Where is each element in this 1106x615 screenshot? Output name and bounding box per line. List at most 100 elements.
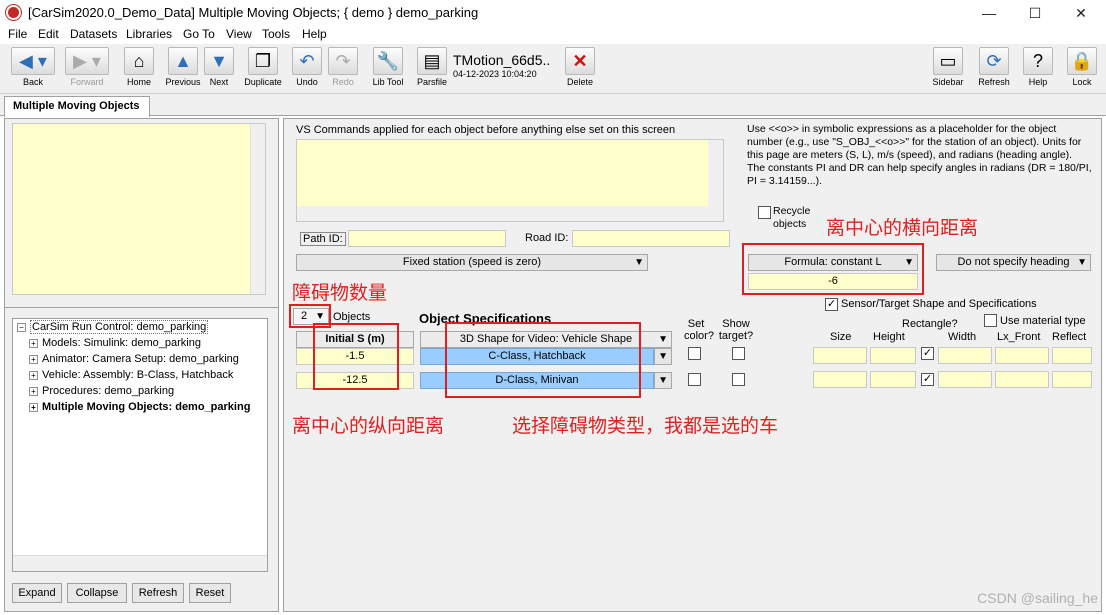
document-icon: ▤ — [417, 47, 447, 75]
set-color-checkbox-1[interactable] — [688, 347, 701, 360]
chevron-down-icon: ▼ — [658, 334, 668, 345]
size-field-2[interactable] — [813, 371, 867, 388]
expand-icon[interactable]: + — [29, 354, 38, 364]
tree-item-animator[interactable]: + Animator: Camera Setup: demo_parking — [29, 353, 239, 365]
vs-commands-label: VS Commands applied for each object befo… — [296, 124, 676, 136]
wrench-icon: 🔧 — [373, 47, 403, 75]
expand-icon[interactable]: + — [29, 402, 38, 412]
tab-multiple-moving-objects[interactable]: Multiple Moving Objects — [4, 96, 150, 117]
lib-tool-button[interactable]: 🔧 Lib Tool — [366, 47, 410, 87]
vs-commands-hscroll[interactable] — [297, 206, 723, 221]
menu-tools[interactable]: Tools — [262, 27, 290, 41]
refresh-button[interactable]: Refresh — [132, 583, 184, 603]
menu-view[interactable]: View — [226, 27, 252, 41]
parsfile-button[interactable]: ▤ Parsfile — [412, 47, 452, 87]
station-mode-dropdown[interactable]: Fixed station (speed is zero) ▼ — [296, 254, 648, 271]
shape-dropdown-2-arrow[interactable]: ▼ — [654, 372, 672, 389]
lock-label: Lock — [1072, 77, 1092, 87]
rectangle-checkbox-2[interactable]: ✓ — [921, 373, 934, 386]
menu-datasets[interactable]: Datasets — [70, 27, 117, 41]
parsfile-name: TMotion_66d5.. — [453, 52, 551, 68]
expand-icon[interactable]: + — [29, 370, 38, 380]
set-color-checkbox-2[interactable] — [688, 373, 701, 386]
maximize-button[interactable]: ☐ — [1012, 0, 1058, 26]
sensor-shape-checkbox[interactable]: ✓ — [825, 298, 838, 311]
down-arrow-icon: ▼ — [204, 47, 234, 75]
menu-edit[interactable]: Edit — [38, 27, 59, 41]
recycle-objects-checkbox[interactable] — [758, 206, 771, 219]
width-field-2[interactable] — [938, 371, 992, 388]
height-field-1[interactable] — [870, 347, 916, 364]
tree-root[interactable]: − CarSim Run Control: demo_parking — [17, 320, 209, 334]
menu-libraries[interactable]: Libraries — [126, 27, 172, 41]
show-target-checkbox-1[interactable] — [732, 347, 745, 360]
reflect-header: Reflect — [1052, 331, 1087, 343]
back-arrow-icon: ◀ ▾ — [11, 47, 55, 75]
path-id-field[interactable] — [348, 230, 506, 247]
sidebar-icon: ▭ — [933, 47, 963, 75]
tree-item-label: Animator: Camera Setup: demo_parking — [42, 353, 239, 365]
rectangle-label: Rectangle? — [902, 318, 958, 330]
redo-button[interactable]: ↷ Redo — [323, 47, 363, 87]
lx-front-field-2[interactable] — [995, 371, 1049, 388]
forward-button[interactable]: ▶ ▾ Forward — [62, 47, 112, 87]
set-color-label: Set color? — [684, 318, 714, 342]
notes-scrollbar[interactable] — [250, 124, 265, 294]
reflect-field-2[interactable] — [1052, 371, 1092, 388]
show-target-checkbox-2[interactable] — [732, 373, 745, 386]
use-material-label: Use material type — [1000, 315, 1086, 327]
tree-hscrollbar[interactable] — [13, 555, 267, 571]
rectangle-checkbox-1[interactable]: ✓ — [921, 347, 934, 360]
lx-front-field-1[interactable] — [995, 347, 1049, 364]
next-button[interactable]: ▼ Next — [199, 47, 239, 87]
sidebar-button[interactable]: ▭ Sidebar — [928, 47, 968, 87]
redo-icon: ↷ — [328, 47, 358, 75]
count-annotation: 障碍物数量 — [292, 282, 388, 304]
use-material-checkbox[interactable] — [984, 314, 997, 327]
menu-goto[interactable]: Go To — [183, 27, 215, 41]
reset-button[interactable]: Reset — [189, 583, 231, 603]
height-field-2[interactable] — [870, 371, 916, 388]
path-id-label: Path ID: — [300, 232, 346, 246]
home-button[interactable]: ⌂ Home — [119, 47, 159, 87]
home-icon: ⌂ — [124, 47, 154, 75]
size-header: Size — [830, 331, 852, 343]
notes-box[interactable] — [12, 123, 266, 295]
tree-item-vehicle[interactable]: + Vehicle: Assembly: B-Class, Hatchback — [29, 369, 233, 381]
reflect-field-1[interactable] — [1052, 347, 1092, 364]
expand-icon[interactable]: + — [29, 338, 38, 348]
lateral-annotation: 离中心的横向距离 — [826, 217, 979, 239]
help-label: Help — [1028, 77, 1048, 87]
sensor-shape-label: Sensor/Target Shape and Specifications — [841, 298, 1037, 310]
tree-item-multiple-moving-objects[interactable]: + Multiple Moving Objects: demo_parking — [29, 401, 250, 413]
menu-file[interactable]: File — [8, 27, 27, 41]
heading-mode-dropdown[interactable]: Do not specify heading ▼ — [936, 254, 1091, 271]
vs-commands-vscroll[interactable] — [708, 140, 723, 206]
minimize-button[interactable]: — — [966, 0, 1012, 26]
undo-button[interactable]: ↶ Undo — [287, 47, 327, 87]
station-mode-value: Fixed station (speed is zero) — [402, 256, 542, 268]
collapse-icon[interactable]: − — [17, 322, 26, 332]
refresh-toolbar-button[interactable]: ⟳ Refresh — [974, 47, 1014, 87]
delete-button[interactable]: ✕ Delete — [560, 47, 600, 87]
width-field-1[interactable] — [938, 347, 992, 364]
help-button[interactable]: ? Help — [1018, 47, 1058, 87]
shape-dropdown-1-arrow[interactable]: ▼ — [654, 348, 672, 365]
menu-help[interactable]: Help — [302, 27, 327, 41]
expand-icon[interactable]: + — [29, 386, 38, 396]
road-id-field[interactable] — [572, 230, 730, 247]
duplicate-button[interactable]: ❐ Duplicate — [240, 47, 286, 87]
undo-label: Undo — [296, 77, 318, 87]
chevron-down-icon: ▼ — [1077, 257, 1087, 268]
back-label: Back — [22, 77, 43, 87]
close-button[interactable]: ✕ — [1058, 0, 1104, 26]
tree-item-procedures[interactable]: + Procedures: demo_parking — [29, 385, 174, 397]
expand-button[interactable]: Expand — [12, 583, 62, 603]
lock-button[interactable]: 🔒 Lock — [1062, 47, 1102, 87]
size-field-1[interactable] — [813, 347, 867, 364]
previous-button[interactable]: ▲ Previous — [163, 47, 203, 87]
back-button[interactable]: ◀ ▾ Back — [8, 47, 58, 87]
previous-label: Previous — [165, 77, 201, 87]
collapse-button[interactable]: Collapse — [67, 583, 127, 603]
tree-item-models[interactable]: + Models: Simulink: demo_parking — [29, 337, 201, 349]
